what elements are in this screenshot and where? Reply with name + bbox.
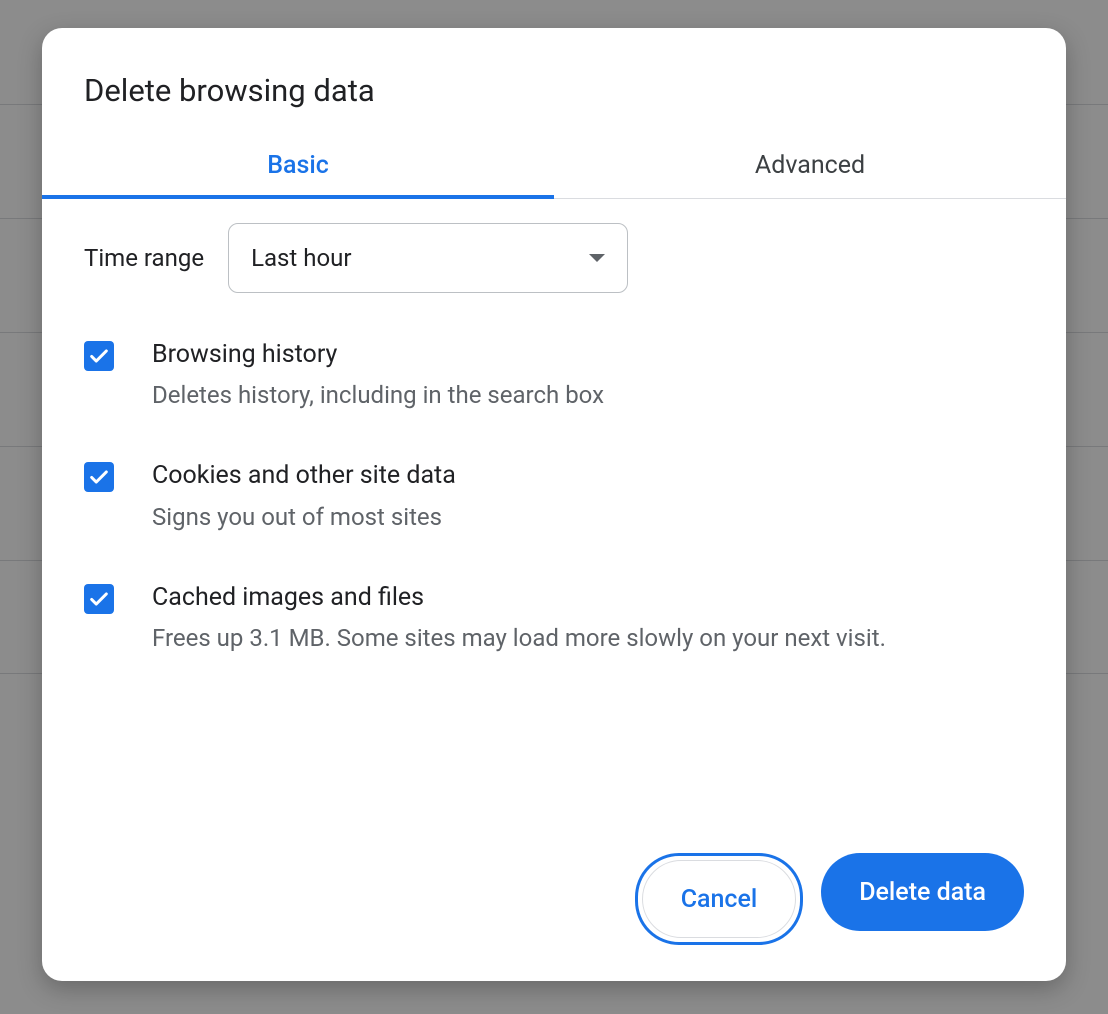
option-title: Cookies and other site data	[152, 458, 456, 494]
cancel-button[interactable]: Cancel	[642, 860, 797, 938]
option-text: Cached images and files Frees up 3.1 MB.…	[152, 580, 886, 657]
option-desc: Signs you out of most sites	[152, 499, 456, 536]
option-title: Cached images and files	[152, 580, 886, 616]
dialog-title: Delete browsing data	[42, 28, 1066, 137]
option-title: Browsing history	[152, 337, 604, 373]
check-icon	[88, 588, 110, 610]
time-range-row: Time range Last hour	[84, 223, 1024, 293]
cancel-focus-ring: Cancel	[635, 853, 804, 945]
checkbox-cookies[interactable]	[84, 462, 114, 492]
delete-browsing-data-dialog: Delete browsing data Basic Advanced Time…	[42, 28, 1066, 981]
time-range-select[interactable]: Last hour	[228, 223, 628, 293]
checkbox-browsing-history[interactable]	[84, 341, 114, 371]
option-text: Browsing history Deletes history, includ…	[152, 337, 604, 414]
option-desc: Frees up 3.1 MB. Some sites may load mor…	[152, 620, 886, 657]
tab-basic[interactable]: Basic	[42, 137, 554, 198]
chevron-down-icon	[589, 254, 605, 262]
dialog-footer: Cancel Delete data	[42, 853, 1066, 981]
checkbox-cached[interactable]	[84, 584, 114, 614]
option-text: Cookies and other site data Signs you ou…	[152, 458, 456, 535]
option-cached: Cached images and files Frees up 3.1 MB.…	[84, 580, 1024, 657]
check-icon	[88, 345, 110, 367]
option-cookies: Cookies and other site data Signs you ou…	[84, 458, 1024, 535]
time-range-label: Time range	[84, 244, 204, 272]
dialog-tabs: Basic Advanced	[42, 137, 1066, 199]
delete-data-button[interactable]: Delete data	[821, 853, 1024, 931]
option-browsing-history: Browsing history Deletes history, includ…	[84, 337, 1024, 414]
option-desc: Deletes history, including in the search…	[152, 377, 604, 414]
check-icon	[88, 466, 110, 488]
time-range-selected-value: Last hour	[251, 244, 351, 272]
tab-advanced[interactable]: Advanced	[554, 137, 1066, 198]
dialog-content: Time range Last hour Browsing history De…	[42, 199, 1066, 853]
